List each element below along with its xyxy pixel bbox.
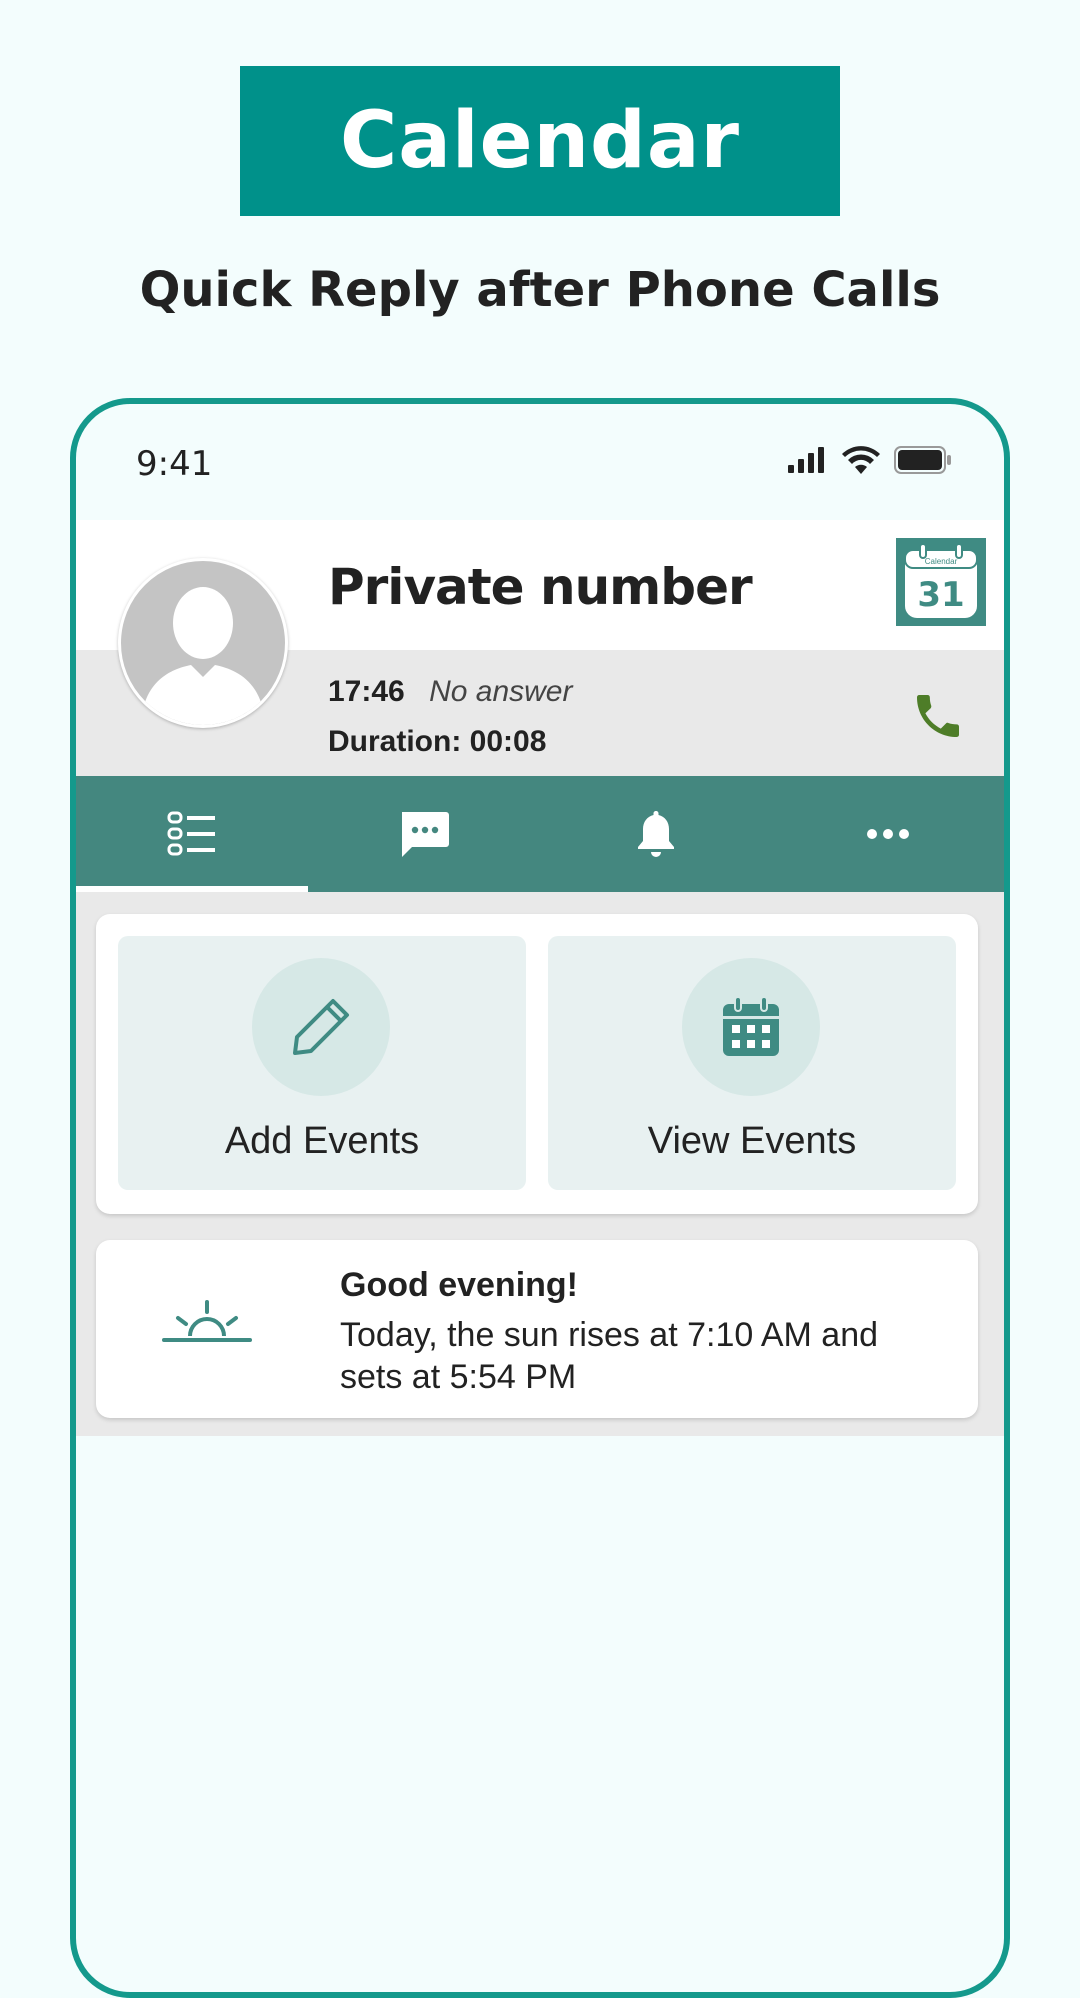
event-actions-card: Add Events View Events <box>96 914 978 1214</box>
content-area: Add Events View Events Good evening! Tod… <box>76 892 1004 1436</box>
banner-title: Calendar <box>340 96 740 186</box>
call-info: 17:46 No answer <box>328 675 572 709</box>
view-events-button[interactable]: View Events <box>548 936 956 1190</box>
calendar-app-icon[interactable]: Calendar 31 <box>896 538 986 626</box>
tab-bar <box>76 776 1004 892</box>
person-icon <box>141 587 265 725</box>
calendar-badge-label: Calendar <box>925 557 958 566</box>
list-icon <box>167 811 215 856</box>
tab-more[interactable] <box>772 776 1004 892</box>
bell-icon <box>638 811 674 857</box>
add-events-button[interactable]: Add Events <box>118 936 526 1190</box>
view-events-icon-circle <box>682 958 820 1096</box>
message-icon <box>402 812 449 857</box>
add-events-label: Add Events <box>224 1120 420 1162</box>
call-status: No answer <box>429 675 573 708</box>
status-icons <box>788 446 952 474</box>
caller-header: Private number Calendar 31 17:46 No answ… <box>76 520 1004 776</box>
view-events-label: View Events <box>647 1120 857 1162</box>
more-icon <box>867 829 909 839</box>
title-banner: Calendar <box>240 66 840 216</box>
caller-name: Private number <box>328 558 753 616</box>
wifi-icon <box>842 446 880 474</box>
add-events-icon-circle <box>252 958 390 1096</box>
phone-icon[interactable] <box>910 688 966 744</box>
page-subtitle: Quick Reply after Phone Calls <box>139 262 941 318</box>
calendar-icon <box>723 996 779 1056</box>
battery-icon <box>894 446 951 474</box>
tab-message[interactable] <box>308 776 540 892</box>
calendar-badge-day: 31 <box>917 575 964 615</box>
signal-icon <box>788 447 824 473</box>
status-time: 9:41 <box>136 444 213 484</box>
tab-list[interactable] <box>76 776 308 892</box>
greeting-title: Good evening! <box>340 1266 578 1304</box>
greeting-card: Good evening! Today, the sun rises at 7:… <box>96 1240 978 1418</box>
pencil-icon <box>293 999 349 1055</box>
greeting-text: Today, the sun rises at 7:10 AM and sets… <box>340 1316 879 1396</box>
sunrise-icon <box>162 1300 252 1342</box>
avatar <box>118 558 288 728</box>
tab-reminder[interactable] <box>540 776 772 892</box>
call-time: 17:46 <box>328 675 405 708</box>
phone-frame: 9:41 Private number Calendar 31 17:46 No… <box>70 398 1010 1998</box>
call-duration: Duration: 00:08 <box>328 725 547 758</box>
